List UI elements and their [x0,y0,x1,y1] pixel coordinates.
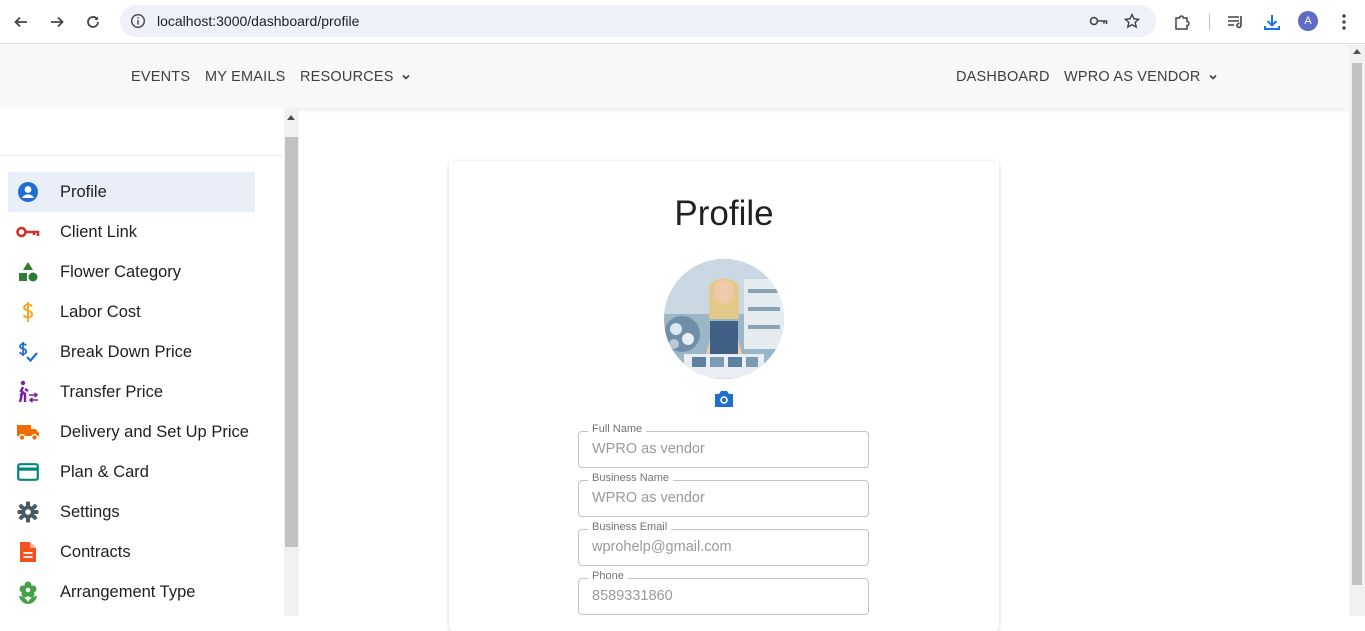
sidebar-item-label: Settings [60,503,120,521]
sidebar-divider [0,155,284,156]
reload-icon [87,16,99,28]
sidebar-item-label: Plan & Card [60,463,149,481]
transfer-person-icon [16,380,40,404]
sidebar-item-labor-cost[interactable]: Labor Cost [8,292,255,332]
extensions-puzzle-icon[interactable] [1170,10,1194,34]
phone-input[interactable] [592,588,852,604]
sidebar-item-label: Delivery and Set Up Price [60,423,249,441]
key-icon [16,220,40,244]
nav-account-label: WPRO AS VENDOR [1064,69,1201,85]
truck-icon [16,420,40,444]
page-scrollbar[interactable] [1349,45,1365,616]
sidebar-item-label: Contracts [60,543,131,561]
scroll-up-arrow-icon[interactable] [287,115,295,120]
back-button[interactable] [8,9,34,35]
full-name-label: Full Name [588,423,647,435]
sidebar-item-label: Client Link [60,223,138,241]
sidebar: Profile Client Link Flower Category Labo… [0,108,284,616]
scroll-up-arrow-icon[interactable] [1353,49,1361,54]
kebab-menu-icon[interactable] [1332,10,1356,34]
sidebar-scrollbar-thumb[interactable] [285,137,298,547]
address-bar[interactable]: localhost:3000/dashboard/profile [120,5,1156,37]
sidebar-item-flower-category[interactable]: Flower Category [8,252,255,292]
phone-field[interactable]: Phone [578,570,869,615]
sidebar-item-label: Break Down Price [60,343,193,361]
sidebar-item-transfer-price[interactable]: Transfer Price [8,372,255,412]
phone-label: Phone [588,570,628,582]
page-title: Profile [674,194,774,233]
profile-photo [664,259,784,379]
sidebar-item-label: Flower Category [60,263,182,281]
sidebar-scrollbar[interactable] [284,108,299,616]
browser-profile-avatar[interactable]: A [1298,11,1318,31]
business-email-field[interactable]: Business Email [578,521,869,566]
account-circle-icon [16,180,40,204]
nav-events[interactable]: EVENTS [131,69,190,85]
page-scrollbar-thumb[interactable] [1352,63,1362,585]
sidebar-item-label: Transfer Price [60,383,163,401]
sidebar-item-label: Labor Cost [60,303,141,321]
sidebar-item-profile[interactable]: Profile [8,172,255,212]
chevron-down-icon [1208,74,1217,80]
credit-card-icon [16,460,40,484]
url-text[interactable]: localhost:3000/dashboard/profile [157,13,359,29]
chevron-down-icon [402,74,410,80]
sidebar-item-break-down-price[interactable]: Break Down Price [8,332,255,372]
business-email-label: Business Email [588,521,672,533]
browser-toolbar: localhost:3000/dashboard/profile A [0,0,1365,44]
nav-my-emails[interactable]: MY EMAILS [205,69,286,85]
flower-icon [16,580,40,604]
forward-button[interactable] [44,9,70,35]
nav-resources[interactable]: RESOURCES [300,69,412,85]
sidebar-item-plan-card[interactable]: Plan & Card [8,452,255,492]
app-navbar: EVENTS MY EMAILS RESOURCES DASHBOARD WPR… [0,45,1349,108]
business-email-input[interactable] [592,539,852,555]
arrow-left-icon [14,16,27,28]
arrow-right-icon [51,16,64,28]
full-name-field[interactable]: Full Name [578,423,869,468]
gear-icon [16,500,40,524]
toolbar-separator [1209,13,1210,30]
nav-account-menu[interactable]: WPRO AS VENDOR [1064,69,1219,85]
download-icon[interactable] [1260,10,1284,34]
reading-list-icon[interactable] [1224,10,1248,34]
sidebar-item-label: Arrangement Type [60,583,196,601]
business-name-input[interactable] [592,490,852,506]
password-key-icon[interactable] [1089,11,1109,31]
sidebar-item-contracts[interactable]: Contracts [8,532,255,572]
sidebar-item-label: Profile [60,183,107,201]
document-icon [16,540,40,564]
sidebar-item-client-link[interactable]: Client Link [8,212,255,252]
reload-button[interactable] [80,9,106,35]
price-check-icon [16,340,40,364]
bookmark-star-icon[interactable] [1122,11,1142,31]
nav-dashboard[interactable]: DASHBOARD [956,69,1050,85]
category-shapes-icon [16,260,40,284]
dollar-icon [16,300,40,324]
nav-resources-label: RESOURCES [300,69,394,85]
profile-card: Profile Full Name WPRO as vendor Busines… [449,161,999,631]
sidebar-item-settings[interactable]: Settings [8,492,255,532]
camera-upload-icon[interactable] [713,389,735,409]
sidebar-item-arrangement-type[interactable]: Arrangement Type [8,572,255,612]
business-name-label: Business Name [588,472,674,484]
sidebar-item-delivery-setup-price[interactable]: Delivery and Set Up Price [8,412,255,452]
site-info-icon[interactable] [128,11,148,31]
business-name-field[interactable]: Business Name [578,472,869,517]
full-name-input[interactable] [592,441,852,457]
